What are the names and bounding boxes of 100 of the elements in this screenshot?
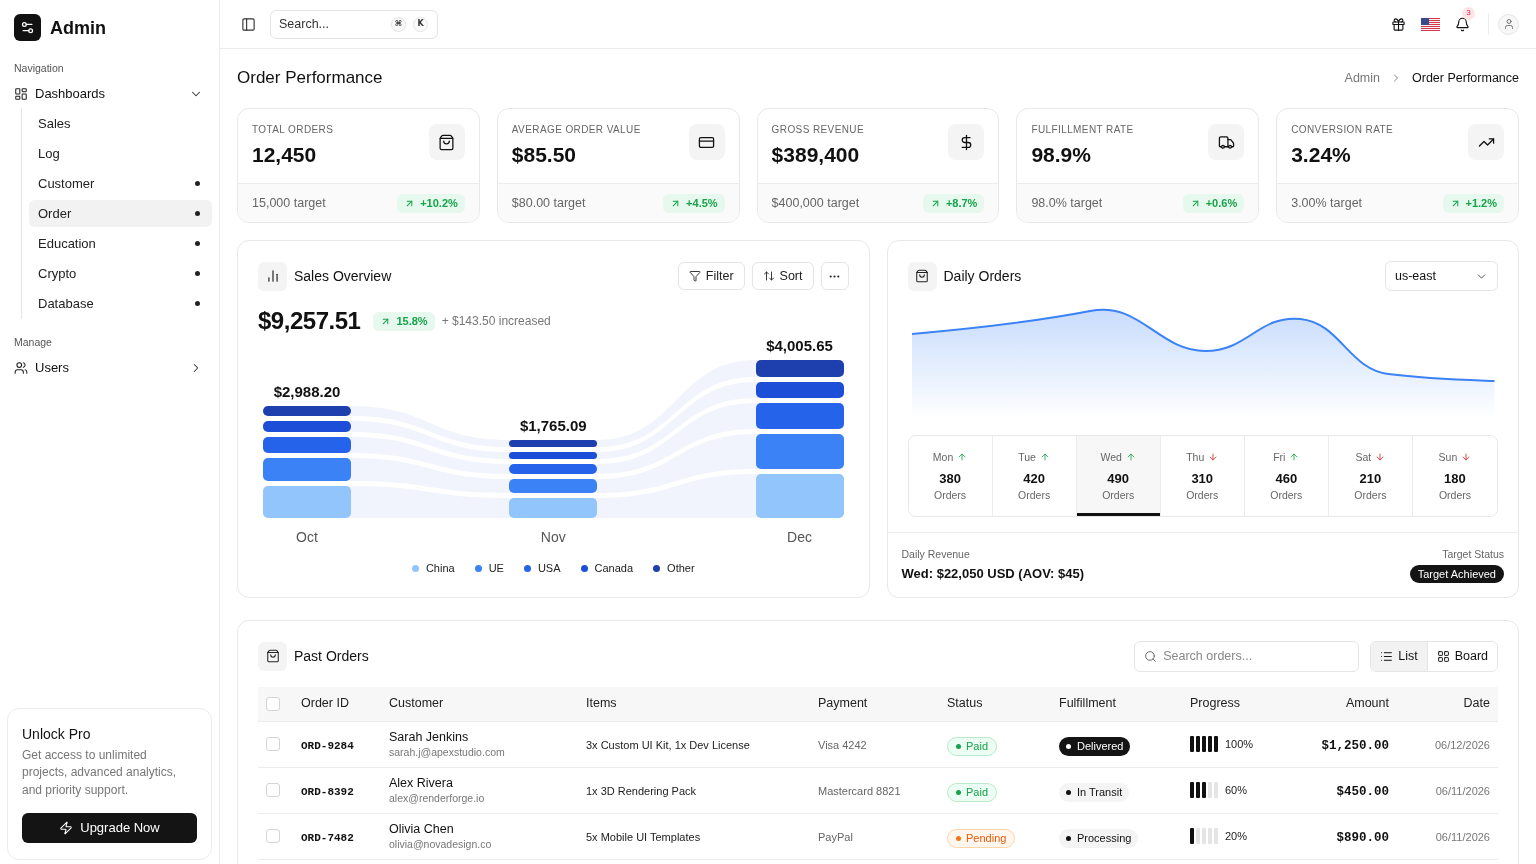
funnel-icon (688, 270, 701, 282)
payment-method: Visa 4242 (818, 739, 867, 751)
fulfillment-text: Delivered (1077, 739, 1124, 755)
legend-label: USA (537, 560, 561, 576)
users-icon (14, 361, 28, 375)
customer-name: Olivia Chen (389, 821, 455, 837)
kpi-target: 3.00% target (1291, 194, 1363, 212)
kpi-label: GROSS REVENUE (771, 124, 865, 136)
change-value: +4.5% (686, 197, 718, 209)
page-title: Order Performance (237, 67, 383, 90)
legend-label: Other (667, 560, 695, 576)
status-text: Paid (966, 785, 989, 801)
kpi-value: 98.9% (1031, 142, 1092, 168)
grid-icon (1436, 649, 1450, 663)
trending-up-icon (1468, 124, 1504, 160)
region-select[interactable]: us-east (1385, 261, 1498, 291)
kpi-label: FULFILLMENT RATE (1031, 124, 1134, 136)
order-id: ORD-9284 (301, 740, 354, 752)
notification-badge: 3 (1462, 6, 1475, 20)
order-id: ORD-7482 (301, 832, 354, 844)
day-tab[interactable]: Wed 490 Orders (1076, 436, 1161, 516)
filter-button[interactable]: Filter (677, 262, 745, 290)
column-header: Progress (1182, 687, 1290, 721)
status-text: Pending (966, 831, 1007, 847)
order-amount: $1,250.00 (1321, 739, 1389, 753)
column-header: Fulfillment (1051, 687, 1182, 721)
nav-subitem[interactable]: Crypto (29, 260, 212, 287)
payment-method: PayPal (818, 831, 853, 843)
checkbox[interactable] (266, 737, 280, 751)
nav-subitem[interactable]: Sales (29, 110, 212, 137)
view-tab[interactable]: Board (1426, 641, 1497, 671)
progress-percent: 20% (1225, 828, 1248, 844)
kpi-value: 12,450 (252, 142, 318, 168)
column-header: Items (578, 687, 810, 721)
column-header: Order ID (293, 687, 381, 721)
nav-subitem[interactable]: Database (29, 290, 212, 317)
kpi-label: CONVERSION RATE (1291, 124, 1394, 136)
kpi-value: $389,400 (771, 142, 861, 168)
breadcrumb-item[interactable]: Admin (1344, 68, 1380, 88)
nav-item[interactable]: Users (7, 354, 212, 382)
order-date: 06/11/2026 (1435, 785, 1490, 797)
upgrade-button[interactable]: Upgrade Now (22, 813, 197, 843)
flag-icon[interactable] (1421, 17, 1440, 31)
kpi-value: $85.50 (511, 142, 578, 168)
gift-icon[interactable] (1391, 16, 1406, 32)
section-label: Manage (13, 335, 53, 349)
brand-name: Admin (50, 16, 106, 39)
bar-total-label: $4,005.65 (766, 336, 833, 356)
avatar-icon[interactable] (1498, 13, 1519, 35)
panel-title: Daily Orders (943, 266, 1022, 286)
month-label: Dec (786, 528, 813, 546)
nav-subitem[interactable]: Order (29, 200, 212, 227)
checkbox[interactable] (266, 696, 280, 711)
day-tab[interactable]: Mon 380 Orders (908, 436, 993, 516)
change-value: +8.7% (945, 197, 978, 209)
order-amount: $450.00 (1336, 785, 1389, 799)
view-tab[interactable]: List (1371, 641, 1427, 671)
panel-title: Past Orders (294, 646, 369, 666)
kpi-label: TOTAL ORDERS (252, 124, 334, 136)
column-header: Amount (1290, 687, 1397, 721)
month-label: Nov (539, 528, 567, 546)
status-text: Paid (966, 739, 989, 755)
logo-icon[interactable] (14, 14, 41, 41)
kpi-label: AVERAGE ORDER VALUE (511, 124, 641, 136)
checkbox[interactable] (266, 829, 280, 843)
breadcrumb-item: Order Performance (1412, 69, 1519, 87)
nav-subitem[interactable]: Log (29, 140, 212, 167)
change-value: +10.2% (420, 197, 458, 209)
order-date: 06/12/2026 (1434, 739, 1490, 751)
search-orders-field[interactable]: Search orders... (1134, 640, 1360, 672)
increase-note: + $143.50 increased (441, 313, 551, 330)
progress-percent: 60% (1225, 782, 1248, 798)
order-id: ORD-8392 (301, 786, 354, 798)
kpi-target: $400,000 target (771, 194, 860, 212)
checkbox[interactable] (266, 783, 280, 797)
column-header: Customer (381, 687, 578, 721)
bar-total-label: $2,988.20 (273, 382, 341, 402)
sales-total: $9,257.51 (258, 306, 361, 336)
progress-percent: 100% (1225, 736, 1254, 752)
dollar-sign-icon (948, 124, 985, 160)
column-header: Date (1397, 687, 1498, 721)
customer-email: olivia@novadesign.co (389, 836, 493, 851)
section-label: Navigation (13, 61, 65, 75)
fulfillment-text: In Transit (1077, 785, 1123, 801)
sidebar-toggle-icon[interactable] (241, 16, 256, 32)
sort-button[interactable]: Sort (751, 262, 814, 290)
order-items: 5x Mobile UI Templates (586, 831, 701, 843)
bell-icon[interactable] (1455, 16, 1470, 32)
change-value: +0.6% (1205, 197, 1238, 209)
kpi-target: $80.00 target (511, 194, 586, 212)
bar-chart-icon (258, 261, 287, 291)
nav-subitem[interactable]: Education (29, 230, 212, 257)
search-field[interactable]: Search... ⌘ K (270, 9, 438, 39)
column-header: Payment (810, 687, 939, 721)
kpi-target: 98.0% target (1031, 194, 1103, 212)
revenue-value: Wed: $22,050 USD (AOV: $45) (901, 565, 1085, 583)
nav-item[interactable]: Dashboards (7, 80, 212, 108)
nav-subitem[interactable]: Customer (29, 170, 212, 197)
list-icon (1380, 649, 1394, 663)
shortcut-key: K (413, 16, 428, 32)
